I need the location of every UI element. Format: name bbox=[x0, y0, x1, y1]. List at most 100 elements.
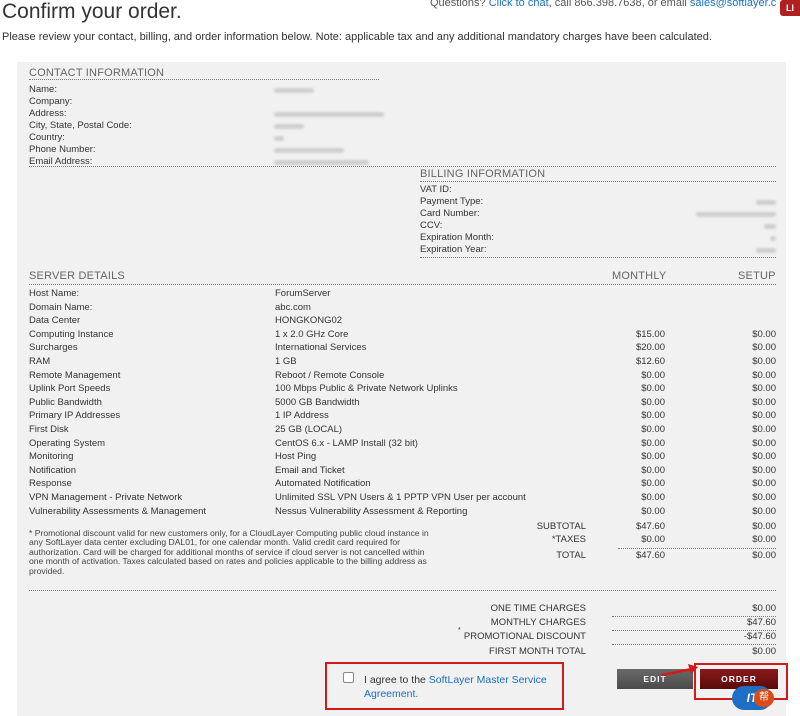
watermark-badge: 帮 bbox=[754, 689, 774, 707]
charge-label: PROMOTIONAL DISCOUNT bbox=[463, 631, 586, 643]
row-value: 25 GB (LOCAL) bbox=[275, 424, 343, 435]
row-name: Host Name: bbox=[29, 288, 80, 299]
row-name: Data Center bbox=[29, 315, 81, 327]
row-name: Computing Instance bbox=[29, 328, 114, 340]
table-row: Monitoring Host Ping $0.00 $0.00 bbox=[29, 451, 776, 465]
billing-field-label: Expiration Year: bbox=[420, 244, 487, 255]
row-value: 1 x 2.0 GHz Core bbox=[275, 328, 349, 340]
row-name: Response bbox=[29, 478, 72, 490]
row-setup: $0.00 bbox=[752, 464, 776, 476]
row-name: VPN Management - Private Network bbox=[29, 492, 183, 503]
divider bbox=[29, 590, 776, 591]
row-value: 100 Mbps Public & Private Network Uplink… bbox=[275, 383, 458, 395]
redacted-value bbox=[764, 224, 776, 229]
contact-field-label: Name: bbox=[29, 84, 57, 95]
contact-field-label: City, State, Postal Code: bbox=[29, 120, 132, 131]
row-name: Primary IP Addresses bbox=[29, 410, 121, 422]
redacted-value bbox=[274, 136, 284, 141]
table-row: Response Automated Notification $0.00 $0.00 bbox=[29, 478, 776, 492]
row-value: 5000 GB Bandwidth bbox=[275, 396, 360, 408]
row-value: Email and Ticket bbox=[275, 464, 345, 476]
redacted-value bbox=[274, 88, 314, 93]
row-monthly: $0.00 bbox=[641, 410, 665, 422]
row-monthly: $0.00 bbox=[641, 492, 665, 503]
row-value: Reboot / Remote Console bbox=[275, 369, 385, 381]
billing-field-label: Card Number: bbox=[420, 208, 480, 219]
row-monthly: $0.00 bbox=[641, 424, 665, 435]
setup-heading: SETUP bbox=[738, 270, 776, 282]
total-setup: $0.00 bbox=[752, 521, 776, 532]
row-setup: $0.00 bbox=[752, 492, 776, 503]
total-label: *TAXES bbox=[551, 534, 586, 546]
row-monthly: $15.00 bbox=[635, 328, 665, 340]
row-setup: $0.00 bbox=[752, 342, 776, 354]
table-row: Host Name: ForumServer bbox=[29, 288, 776, 302]
row-setup: $0.00 bbox=[752, 369, 776, 381]
sales-email-link[interactable]: sales@softlayer.c bbox=[690, 0, 776, 9]
row-value: CentOS 6.x - LAMP Install (32 bit) bbox=[275, 437, 418, 449]
call-text: , call 866.398.7638, or email bbox=[548, 0, 687, 9]
row-name: Vulnerability Assessments & Management bbox=[29, 505, 207, 517]
row-value: HONGKONG02 bbox=[275, 315, 343, 327]
billing-field-label: Payment Type: bbox=[420, 196, 484, 207]
row-setup: $0.00 bbox=[752, 478, 776, 490]
row-name: Domain Name: bbox=[29, 301, 93, 313]
contact-questions: Questions? Click to chat, call 866.398.7… bbox=[430, 0, 776, 9]
promo-note: * Promotional discount valid for new cus… bbox=[29, 528, 429, 576]
table-row: Data Center HONGKONG02 bbox=[29, 315, 776, 329]
table-row: RAM 1 GB $12.60 $0.00 bbox=[29, 356, 776, 370]
total-monthly: $47.60 bbox=[635, 549, 665, 561]
row-name: Notification bbox=[29, 464, 76, 476]
row-name: Remote Management bbox=[29, 369, 121, 381]
row-value: 1 IP Address bbox=[275, 410, 329, 422]
redacted-value bbox=[274, 160, 369, 165]
charge-value: $47.60 bbox=[746, 617, 776, 629]
row-value: ForumServer bbox=[275, 288, 331, 299]
total-monthly: $0.00 bbox=[641, 534, 665, 546]
row-name: Surcharges bbox=[29, 342, 78, 354]
row-monthly: $0.00 bbox=[641, 478, 665, 490]
contact-field-label: Company: bbox=[29, 96, 73, 107]
contact-heading: CONTACT INFORMATION bbox=[29, 67, 165, 79]
charge-value: $0.00 bbox=[752, 603, 776, 614]
redacted-value bbox=[756, 248, 776, 253]
total-monthly: $47.60 bbox=[635, 521, 665, 532]
table-row: Remote Management Reboot / Remote Console… bbox=[29, 370, 776, 384]
agree-checkbox[interactable] bbox=[343, 672, 354, 683]
row-monthly: $0.00 bbox=[641, 437, 665, 449]
charge-label: ONE TIME CHARGES bbox=[490, 603, 586, 614]
contact-field-label: Phone Number: bbox=[29, 144, 96, 155]
monthly-heading: MONTHLY bbox=[612, 270, 667, 282]
table-row: VPN Management - Private Network Unlimite… bbox=[29, 492, 776, 506]
table-row: Uplink Port Speeds 100 Mbps Public & Priv… bbox=[29, 383, 776, 397]
row-name: Public Bandwidth bbox=[29, 396, 102, 408]
arrow-icon bbox=[661, 664, 698, 677]
row-name: Monitoring bbox=[29, 451, 74, 463]
divider bbox=[420, 181, 776, 182]
redacted-value bbox=[274, 112, 384, 117]
billing-field-label: Expiration Month: bbox=[420, 232, 494, 243]
divider bbox=[29, 284, 776, 285]
row-monthly: $0.00 bbox=[641, 396, 665, 408]
divider bbox=[618, 548, 776, 549]
promo-asterisk: * bbox=[458, 627, 461, 634]
table-row: Computing Instance 1 x 2.0 GHz Core $15.00… bbox=[29, 329, 776, 343]
charge-value: $0.00 bbox=[752, 645, 776, 657]
row-monthly: $0.00 bbox=[641, 505, 665, 517]
row-monthly: $0.00 bbox=[641, 464, 665, 476]
row-monthly: $20.00 bbox=[635, 342, 665, 354]
table-row: Notification Email and Ticket $0.00 $0.00 bbox=[29, 465, 776, 479]
row-value: Unlimited SSL VPN Users & 1 PPTP VPN Use… bbox=[275, 492, 526, 503]
divider bbox=[420, 257, 776, 258]
row-setup: $0.00 bbox=[752, 437, 776, 449]
redacted-value bbox=[770, 236, 776, 241]
row-monthly: $0.00 bbox=[641, 451, 665, 463]
chat-link[interactable]: Click to chat bbox=[489, 0, 549, 9]
row-monthly: $0.00 bbox=[641, 383, 665, 395]
total-setup: $0.00 bbox=[752, 549, 776, 561]
row-value: Host Ping bbox=[275, 451, 317, 463]
row-setup: $0.00 bbox=[752, 328, 776, 340]
redacted-value bbox=[274, 124, 304, 129]
live-chat-tab[interactable]: LI bbox=[780, 0, 800, 16]
server-heading: SERVER DETAILS bbox=[29, 270, 125, 282]
